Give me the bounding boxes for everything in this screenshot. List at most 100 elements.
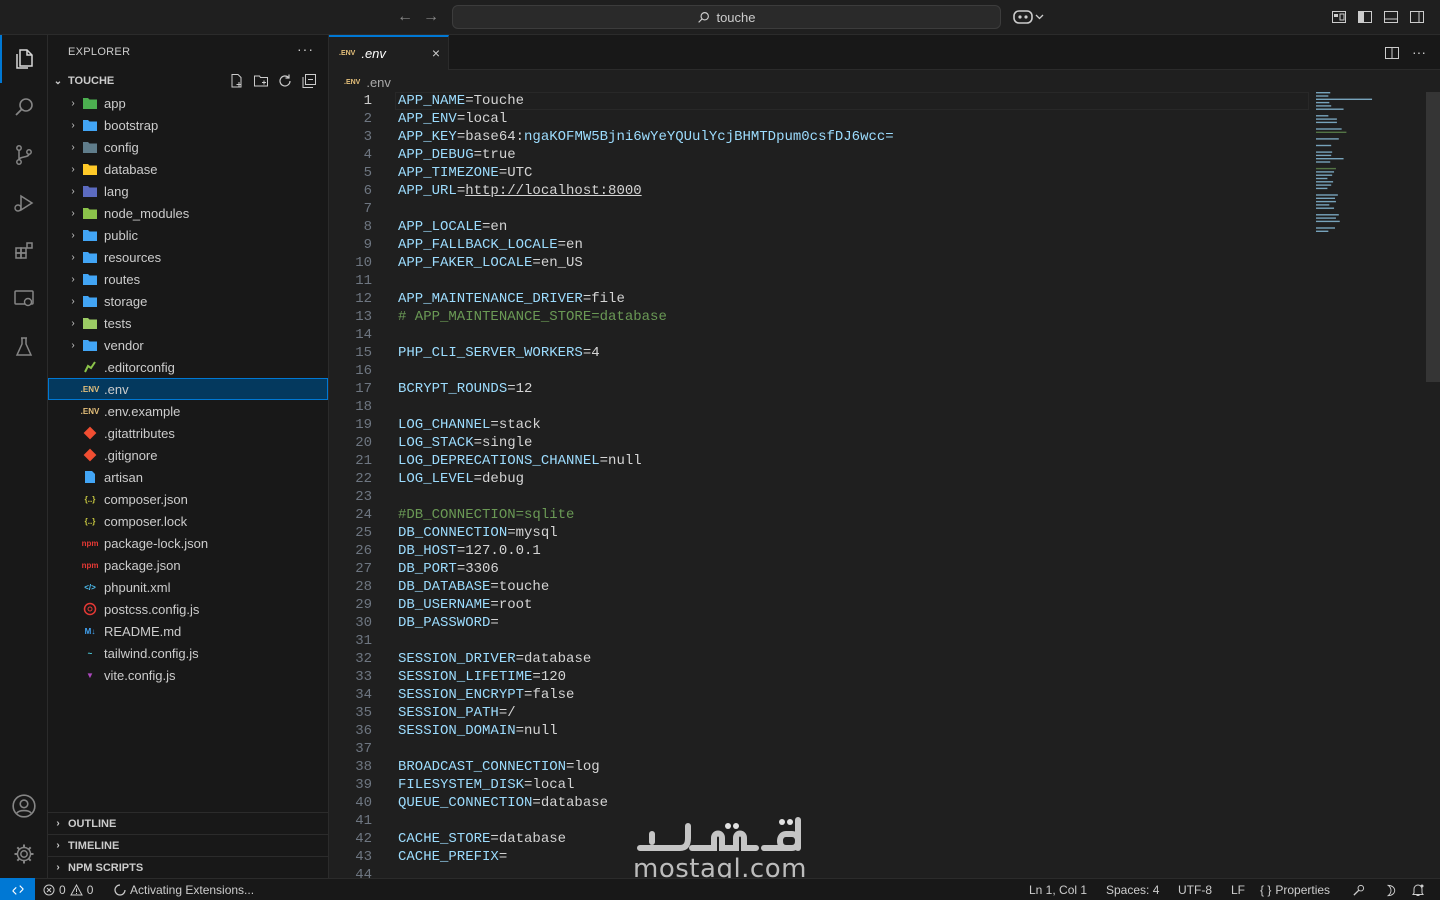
env-file-icon: .ENV <box>80 406 100 416</box>
new-file-icon[interactable] <box>229 73 245 89</box>
file-item[interactable]: .gitattributes <box>48 422 328 444</box>
loading-spinner-icon <box>114 884 126 896</box>
code-editor[interactable]: 1 APP_NAME=Touche 2 APP_ENV=local 3 APP_KEY=b… <box>329 92 1309 884</box>
folder-item[interactable]: › vendor <box>48 334 328 356</box>
code-line: 19 LOG_CHANNEL=stack <box>329 416 1309 434</box>
editor-scrollbar[interactable] <box>1426 92 1440 382</box>
chevron-right-icon: › <box>71 163 75 175</box>
outline-section[interactable]: › OUTLINE <box>48 812 329 834</box>
env-key: LOG_DEPRECATIONS_CHANNEL <box>398 453 600 469</box>
extensions-icon <box>15 242 33 259</box>
extensions-activity[interactable] <box>0 227 48 275</box>
file-item[interactable]: npm package.json <box>48 554 328 576</box>
remote-explorer-activity[interactable] <box>0 275 48 323</box>
line-number: 14 <box>355 327 372 343</box>
minimap-line <box>1316 197 1335 199</box>
line-content: DB_DATABASE=touche <box>398 578 549 596</box>
code-line: 35 SESSION_PATH=/ <box>329 704 1309 722</box>
file-item[interactable]: </> phpunit.xml <box>48 576 328 598</box>
chevron-right-icon: › <box>71 295 75 307</box>
search-activity[interactable] <box>0 83 48 131</box>
language-mode[interactable]: { } Properties <box>1260 882 1330 898</box>
folder-item[interactable]: › resources <box>48 246 328 268</box>
new-folder-icon[interactable] <box>253 73 269 89</box>
file-item[interactable]: .ENV .env <box>48 378 328 400</box>
run-debug-activity[interactable] <box>0 179 48 227</box>
encoding-status[interactable]: UTF-8 <box>1178 882 1212 898</box>
testing-activity[interactable] <box>0 323 48 371</box>
problems-indicator[interactable]: 0 0 <box>43 882 93 898</box>
explorer-activity[interactable] <box>0 35 48 83</box>
back-arrow-icon[interactable]: ← <box>396 8 414 26</box>
more-actions-icon[interactable]: ··· <box>1412 45 1426 64</box>
copilot-menu-button[interactable] <box>1012 7 1046 27</box>
tab-env[interactable]: .ENV .env × <box>329 35 449 70</box>
chevron-right-icon: › <box>71 317 75 329</box>
folder-item[interactable]: › tests <box>48 312 328 334</box>
equals-sign: = <box>473 471 483 487</box>
notifications-bell-icon[interactable] <box>1411 882 1425 898</box>
toggle-panel-icon[interactable] <box>1383 9 1399 25</box>
file-item[interactable]: npm package-lock.json <box>48 532 328 554</box>
toggle-secondary-sidebar-icon[interactable] <box>1409 9 1425 25</box>
copilot-icon <box>1013 10 1044 24</box>
folder-item[interactable]: › lang <box>48 180 328 202</box>
split-editor-icon[interactable] <box>1384 45 1400 64</box>
indentation-status[interactable]: Spaces: 4 <box>1106 882 1159 898</box>
collapse-all-icon[interactable] <box>301 73 317 89</box>
eol-status[interactable]: LF <box>1231 882 1245 898</box>
minimap-line <box>1316 217 1336 219</box>
folder-item[interactable]: › config <box>48 136 328 158</box>
accounts-activity[interactable] <box>0 782 48 830</box>
manage-activity[interactable] <box>0 830 48 878</box>
breadcrumb[interactable]: .ENV .env <box>344 73 391 91</box>
activity-status[interactable]: Activating Extensions... <box>114 882 254 898</box>
file-item[interactable]: {..} composer.lock <box>48 510 328 532</box>
code-line: 10 APP_FAKER_LOCALE=en_US <box>329 254 1309 272</box>
node-folder-icon <box>82 205 98 221</box>
file-item[interactable]: artisan <box>48 466 328 488</box>
env-value-link[interactable]: http://localhost:8000 <box>465 183 641 199</box>
line-content: DB_PORT=3306 <box>398 560 499 578</box>
folder-item[interactable]: › storage <box>48 290 328 312</box>
refresh-icon[interactable] <box>277 73 293 89</box>
file-item[interactable]: M↓ README.md <box>48 620 328 642</box>
copilot-status-icon[interactable] <box>1385 882 1397 898</box>
line-content: DB_PASSWORD= <box>398 614 499 632</box>
forward-arrow-icon[interactable]: → <box>422 8 440 26</box>
folder-item[interactable]: › bootstrap <box>48 114 328 136</box>
file-item[interactable]: postcss.config.js <box>48 598 328 620</box>
folder-item[interactable]: › node_modules <box>48 202 328 224</box>
cursor-position[interactable]: Ln 1, Col 1 <box>1029 882 1087 898</box>
breadcrumb-file: .env <box>366 74 391 90</box>
close-icon[interactable]: × <box>432 45 440 61</box>
equals-sign: = <box>456 183 466 199</box>
git-icon <box>82 447 98 463</box>
npm-scripts-section[interactable]: › NPM SCRIPTS <box>48 856 329 878</box>
file-item[interactable]: {..} composer.json <box>48 488 328 510</box>
file-item[interactable]: ~ tailwind.config.js <box>48 642 328 664</box>
folder-item[interactable]: › database <box>48 158 328 180</box>
file-item[interactable]: .gitignore <box>48 444 328 466</box>
toggle-primary-sidebar-icon[interactable] <box>1357 9 1373 25</box>
folder-item[interactable]: › app <box>48 92 328 114</box>
file-item[interactable]: .ENV .env.example <box>48 400 328 422</box>
file-item[interactable]: .editorconfig <box>48 356 328 378</box>
minimap-line <box>1316 171 1335 173</box>
remote-indicator[interactable] <box>0 878 35 900</box>
code-line: 9 APP_FALLBACK_LOCALE=en <box>329 236 1309 254</box>
source-control-activity[interactable] <box>0 131 48 179</box>
folder-section-header[interactable]: ⌄ TOUCHE <box>48 70 329 92</box>
env-value: true <box>482 147 516 163</box>
format-icon[interactable] <box>1352 882 1365 898</box>
folder-item[interactable]: › routes <box>48 268 328 290</box>
folder-item[interactable]: › public <box>48 224 328 246</box>
customize-layout-icon[interactable] <box>1331 9 1347 25</box>
file-item[interactable]: ▼ vite.config.js <box>48 664 328 686</box>
command-center-search[interactable]: touche <box>452 5 1001 29</box>
files-icon <box>16 49 33 69</box>
more-actions-icon[interactable]: ··· <box>297 41 314 57</box>
code-line: 7 <box>329 200 1309 218</box>
timeline-section[interactable]: › TIMELINE <box>48 834 329 856</box>
minimap[interactable] <box>1316 92 1380 242</box>
